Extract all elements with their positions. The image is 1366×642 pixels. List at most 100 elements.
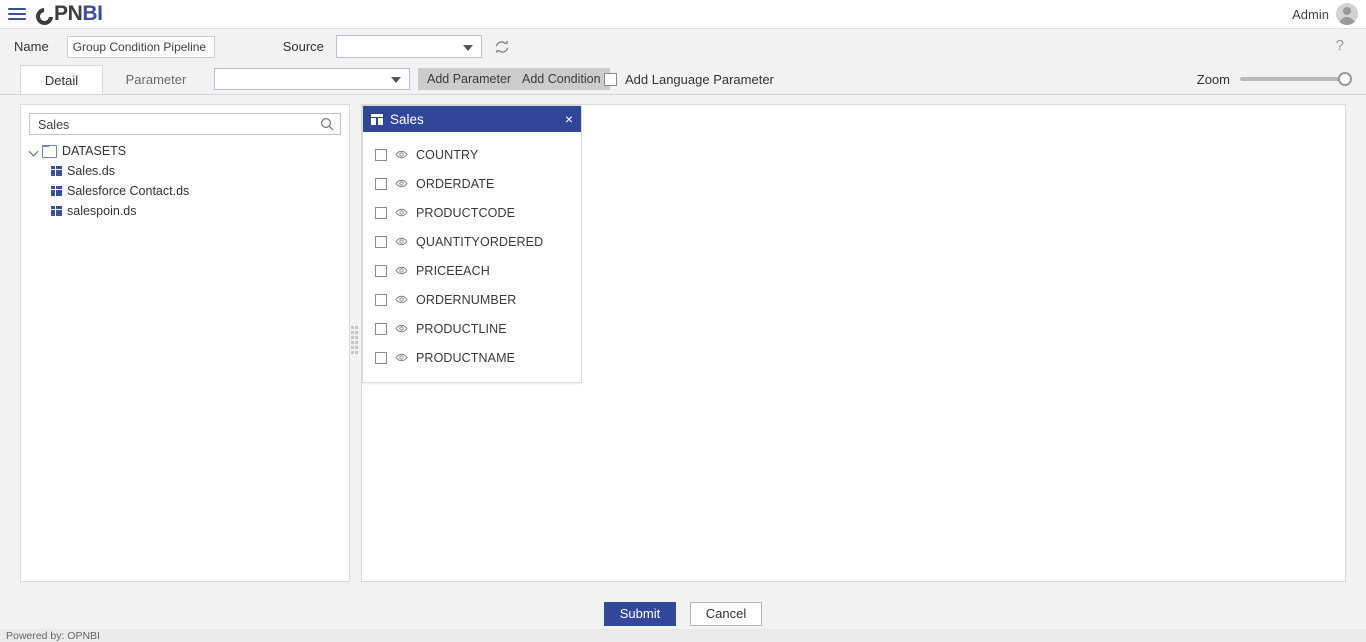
grip-dot — [351, 326, 354, 329]
grip-dot — [355, 341, 358, 344]
close-icon[interactable]: × — [565, 112, 573, 126]
field-checkbox[interactable] — [375, 177, 387, 190]
eye-icon[interactable] — [395, 351, 408, 364]
logo-text-blue: BI — [82, 2, 103, 25]
footer-action-bar: Submit Cancel — [0, 596, 1366, 631]
eye-icon[interactable] — [395, 148, 408, 161]
editor-toolbar: Detail Parameter Add Parameter Add Condi… — [0, 64, 1366, 95]
splitter-grip-handle[interactable] — [351, 326, 358, 360]
zoom-control[interactable]: Zoom — [1197, 69, 1352, 89]
field-label: PRICEEACH — [416, 263, 490, 278]
grip-dot — [351, 331, 354, 334]
eye-icon[interactable] — [395, 206, 408, 219]
tree-node-datasets-label: DATASETS — [62, 144, 127, 158]
grip-dot — [355, 326, 358, 329]
toolbar-dropdown[interactable] — [214, 68, 410, 90]
dataset-search-box[interactable] — [29, 113, 341, 136]
table-field-row[interactable]: PRODUCTLINE — [363, 314, 581, 343]
refresh-icon[interactable] — [494, 39, 510, 55]
grip-dot — [355, 346, 358, 349]
table-field-row[interactable]: PRICEEACH — [363, 256, 581, 285]
add-language-parameter-group[interactable]: Add Language Parameter — [604, 68, 774, 90]
tree-node-datasets[interactable]: DATASETS — [29, 141, 341, 161]
top-navigation-bar: PN BI Admin — [0, 0, 1366, 29]
field-label: QUANTITYORDERED — [416, 234, 544, 249]
table-field-row[interactable]: ORDERNUMBER — [363, 285, 581, 314]
eye-icon[interactable] — [395, 177, 408, 190]
field-checkbox[interactable] — [375, 235, 387, 248]
add-parameter-button[interactable]: Add Parameter — [418, 68, 521, 90]
table-field-row[interactable]: PRODUCTNAME — [363, 343, 581, 372]
field-checkbox[interactable] — [375, 322, 387, 335]
zoom-label: Zoom — [1196, 71, 1230, 87]
table-card-header[interactable]: Sales × — [363, 106, 581, 132]
chevron-down-icon[interactable] — [29, 146, 39, 156]
grip-dot — [351, 341, 354, 344]
grip-dot — [351, 351, 354, 354]
table-icon — [371, 113, 383, 125]
name-label: Name — [14, 39, 49, 54]
tab-detail[interactable]: Detail — [20, 65, 103, 94]
add-condition-button[interactable]: Add Condition — [513, 68, 610, 90]
eye-icon[interactable] — [395, 293, 408, 306]
dataset-table-icon — [51, 186, 62, 196]
eye-icon[interactable] — [395, 264, 408, 277]
chevron-down-icon — [391, 77, 401, 83]
field-checkbox[interactable] — [375, 148, 387, 161]
eye-icon[interactable] — [395, 235, 408, 248]
field-checkbox[interactable] — [375, 351, 387, 364]
logo-text-dark: PN — [54, 2, 83, 25]
source-dropdown[interactable] — [335, 35, 482, 58]
field-label: PRODUCTCODE — [416, 205, 516, 220]
search-input[interactable] — [36, 114, 310, 136]
zoom-slider[interactable] — [1240, 69, 1352, 89]
panel-splitter[interactable] — [350, 104, 359, 582]
folder-icon — [42, 144, 57, 158]
grip-dot — [351, 336, 354, 339]
pipeline-canvas[interactable]: Sales × COUNTRY ORDERDATE PRODUCTCODE QU… — [361, 104, 1346, 582]
field-checkbox[interactable] — [375, 206, 387, 219]
help-icon[interactable]: ? — [1336, 37, 1344, 54]
field-checkbox[interactable] — [375, 293, 387, 306]
search-icon[interactable] — [320, 117, 334, 131]
table-card-sales[interactable]: Sales × COUNTRY ORDERDATE PRODUCTCODE QU… — [362, 105, 582, 383]
field-label: COUNTRY — [416, 147, 479, 162]
table-field-row[interactable]: PRODUCTCODE — [363, 198, 581, 227]
cancel-button[interactable]: Cancel — [690, 601, 762, 626]
hamburger-menu-icon[interactable] — [6, 4, 28, 24]
add-language-parameter-checkbox[interactable] — [604, 72, 617, 86]
tree-item-dataset[interactable]: Sales.ds — [51, 161, 341, 181]
zoom-slider-thumb[interactable] — [1338, 72, 1352, 86]
hamburger-line — [8, 18, 26, 20]
add-language-parameter-label: Add Language Parameter — [625, 71, 774, 87]
user-account-area[interactable]: Admin — [1292, 0, 1358, 28]
user-name-label: Admin — [1292, 6, 1329, 22]
table-field-row[interactable]: COUNTRY — [363, 140, 581, 169]
logo-pie-icon — [36, 7, 53, 25]
dataset-table-icon — [51, 206, 62, 216]
app-logo[interactable]: PN BI — [36, 2, 103, 26]
field-checkbox[interactable] — [375, 264, 387, 277]
dataset-tree: DATASETS Sales.ds Salesforce Contact.ds … — [29, 141, 341, 221]
submit-button[interactable]: Submit — [604, 601, 676, 626]
field-label: PRODUCTNAME — [416, 350, 516, 365]
eye-icon[interactable] — [395, 322, 408, 335]
dataset-table-icon — [51, 166, 62, 176]
field-label: ORDERNUMBER — [416, 292, 517, 307]
table-field-row[interactable]: QUANTITYORDERED — [363, 227, 581, 256]
table-field-list: COUNTRY ORDERDATE PRODUCTCODE QUANTITYOR… — [363, 132, 581, 382]
powered-by-label: Powered by: OPNBI — [6, 630, 100, 642]
name-source-row: Name Source ? — [0, 29, 1366, 64]
footer-bar — [0, 629, 1366, 641]
tree-item-label: Salesforce Contact.ds — [67, 184, 190, 198]
user-avatar-icon[interactable] — [1336, 3, 1358, 25]
chevron-down-icon — [462, 45, 473, 51]
tree-item-dataset[interactable]: salespoin.ds — [51, 201, 341, 221]
name-input[interactable] — [66, 35, 215, 58]
tab-parameter[interactable]: Parameter — [106, 65, 206, 94]
field-label: PRODUCTLINE — [416, 321, 507, 336]
grip-dot — [355, 351, 358, 354]
zoom-slider-track — [1240, 77, 1352, 81]
tree-item-dataset[interactable]: Salesforce Contact.ds — [51, 181, 341, 201]
table-field-row[interactable]: ORDERDATE — [363, 169, 581, 198]
